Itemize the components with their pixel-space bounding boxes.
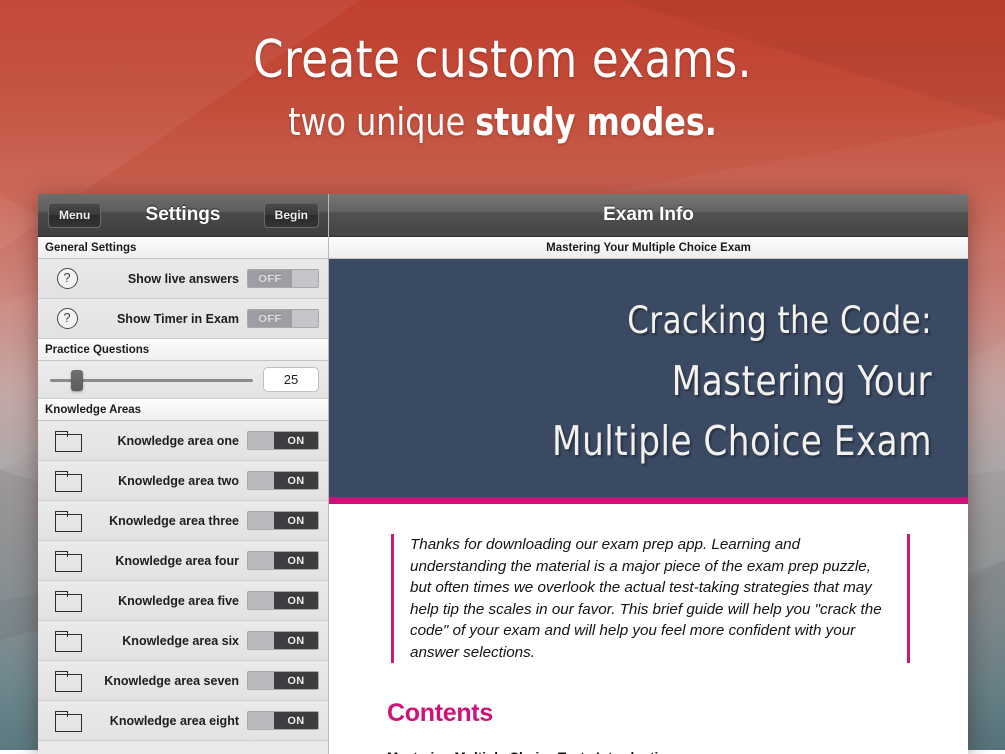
toggle-knob: ON (274, 552, 318, 569)
settings-pane: Menu Settings Begin General Settings ? S… (38, 194, 329, 754)
knowledge-area-label: Knowledge area six (96, 634, 247, 648)
hero-line-2: Mastering Your (405, 355, 932, 407)
toggle-knob: ON (274, 632, 318, 649)
row-lead (38, 631, 96, 650)
toggle-knowledge-area-six[interactable]: ON (247, 631, 319, 650)
knowledge-area-label: Knowledge area one (96, 434, 247, 448)
toggle-knob: ON (274, 672, 318, 689)
headline-line-1: Create custom exams. (35, 30, 970, 90)
row-lead (38, 471, 96, 490)
folder-icon[interactable] (55, 511, 80, 530)
app-window: Menu Settings Begin General Settings ? S… (38, 194, 968, 754)
exam-info-content[interactable]: Cracking the Code: Mastering Your Multip… (329, 259, 968, 754)
row-lead (38, 711, 96, 730)
row-lead: ? (38, 268, 96, 289)
hero-line-1: Cracking the Code: (405, 295, 932, 347)
knowledge-area-row[interactable]: Knowledge area three ON (38, 501, 328, 541)
toggle-knowledge-area-eight[interactable]: ON (247, 711, 319, 730)
toggle-knob: OFF (248, 270, 292, 287)
setting-row-show-live-answers[interactable]: ? Show live answers OFF (38, 259, 328, 299)
row-lead (38, 431, 96, 450)
folder-icon[interactable] (55, 671, 80, 690)
setting-label: Show live answers (96, 272, 247, 286)
begin-button[interactable]: Begin (264, 202, 319, 228)
knowledge-areas-header: Knowledge Areas (38, 399, 328, 421)
headline-line-2: two unique study modes. (35, 96, 970, 148)
settings-scroll-area[interactable]: ? Show live answers OFF ? Show Timer in … (38, 259, 328, 754)
toc-entry-title[interactable]: Mastering Multiple Choice Tests Introduc… (387, 750, 968, 754)
exam-info-toolbar: Exam Info (329, 194, 968, 237)
knowledge-area-row[interactable]: Knowledge area one ON (38, 421, 328, 461)
exam-info-subtitle: Mastering Your Multiple Choice Exam (329, 237, 968, 259)
contents-heading: Contents (387, 699, 968, 728)
practice-questions-row[interactable]: 25 (38, 361, 328, 399)
toggle-knowledge-area-four[interactable]: ON (247, 551, 319, 570)
row-lead (38, 511, 96, 530)
toggle-knob: OFF (248, 310, 292, 327)
knowledge-area-row[interactable]: Knowledge area four ON (38, 541, 328, 581)
slider-thumb[interactable] (71, 370, 83, 391)
folder-icon[interactable] (55, 591, 80, 610)
knowledge-area-row[interactable]: Knowledge area seven ON (38, 661, 328, 701)
practice-questions-value[interactable]: 25 (263, 367, 319, 392)
exam-info-pane: Exam Info Mastering Your Multiple Choice… (329, 194, 968, 754)
knowledge-area-label: Knowledge area four (96, 554, 247, 568)
toggle-knowledge-area-five[interactable]: ON (247, 591, 319, 610)
knowledge-area-label: Knowledge area seven (96, 674, 247, 688)
row-lead (38, 671, 96, 690)
toggle-show-timer-in-exam[interactable]: OFF (247, 309, 319, 328)
toggle-knob: ON (274, 592, 318, 609)
folder-icon[interactable] (55, 631, 80, 650)
folder-icon[interactable] (55, 471, 80, 490)
quote-rule-right (907, 534, 910, 663)
menu-button[interactable]: Menu (48, 202, 101, 228)
row-lead (38, 591, 96, 610)
hero-line-3: Multiple Choice Exam (405, 415, 932, 467)
exam-info-title: Exam Info (603, 204, 694, 226)
knowledge-area-row[interactable]: Knowledge area five ON (38, 581, 328, 621)
practice-questions-slider[interactable] (50, 370, 253, 390)
promo-headline: Create custom exams. two unique study mo… (0, 30, 1005, 148)
toggle-knowledge-area-seven[interactable]: ON (247, 671, 319, 690)
knowledge-area-row[interactable]: Knowledge area two ON (38, 461, 328, 501)
folder-icon[interactable] (55, 551, 80, 570)
row-lead (38, 551, 96, 570)
toggle-knob: ON (274, 472, 318, 489)
setting-label: Show Timer in Exam (96, 312, 247, 326)
knowledge-area-label: Knowledge area five (96, 594, 247, 608)
toggle-knob: ON (274, 712, 318, 729)
folder-icon[interactable] (55, 431, 80, 450)
headline-line-2-bold: study modes. (475, 100, 717, 144)
general-settings-header: General Settings (38, 237, 328, 259)
toggle-knowledge-area-three[interactable]: ON (247, 511, 319, 530)
toggle-knob: ON (274, 432, 318, 449)
knowledge-area-row[interactable]: Knowledge area eight ON (38, 701, 328, 741)
intro-quote-text: Thanks for downloading our exam prep app… (394, 534, 907, 663)
setting-row-show-timer-in-exam[interactable]: ? Show Timer in Exam OFF (38, 299, 328, 339)
question-mark-icon[interactable]: ? (57, 308, 78, 329)
row-lead: ? (38, 308, 96, 329)
knowledge-area-row[interactable]: Knowledge area six ON (38, 621, 328, 661)
headline-line-2-normal: two unique (288, 100, 475, 144)
toggle-knowledge-area-two[interactable]: ON (247, 471, 319, 490)
settings-toolbar: Menu Settings Begin (38, 194, 328, 237)
knowledge-area-label: Knowledge area eight (96, 714, 247, 728)
toggle-show-live-answers[interactable]: OFF (247, 269, 319, 288)
toggle-knob: ON (274, 512, 318, 529)
knowledge-area-label: Knowledge area three (96, 514, 247, 528)
intro-quote-block: Thanks for downloading our exam prep app… (391, 534, 910, 663)
toggle-knowledge-area-one[interactable]: ON (247, 431, 319, 450)
knowledge-area-label: Knowledge area two (96, 474, 247, 488)
exam-hero-banner: Cracking the Code: Mastering Your Multip… (329, 259, 968, 504)
practice-questions-header: Practice Questions (38, 339, 328, 361)
question-mark-icon[interactable]: ? (57, 268, 78, 289)
folder-icon[interactable] (55, 711, 80, 730)
